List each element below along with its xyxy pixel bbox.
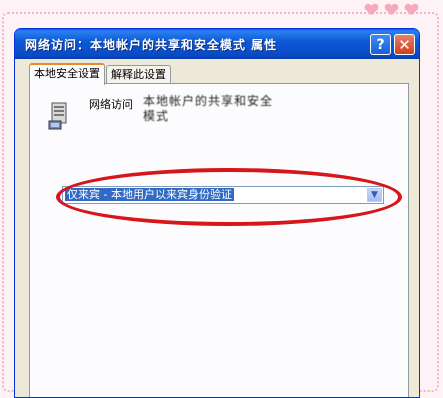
setting-description: 本地帐户的共享和安全模式	[143, 94, 274, 123]
network-policy-icon	[48, 102, 67, 130]
tab-panel: 网络访问 本地帐户的共享和安全模式 仅来宾 - 本地用户以来宾身份验证 ▼	[29, 83, 409, 397]
window-title: 网络访问：本地帐户的共享和安全模式 属性	[25, 37, 278, 52]
heart-icon	[405, 4, 417, 15]
heart-icon	[385, 4, 397, 15]
heart-icon	[365, 4, 377, 15]
close-button[interactable]: ✕	[394, 34, 415, 55]
red-highlight-annotation	[56, 168, 402, 226]
tab-explain-setting[interactable]: 解释此设置	[106, 65, 171, 84]
title-bar[interactable]: 网络访问：本地帐户的共享和安全模式 属性 ? ✕	[15, 29, 419, 59]
decorative-hearts	[365, 4, 417, 15]
help-button[interactable]: ?	[370, 34, 391, 55]
tab-strip: 本地安全设置 解释此设置	[29, 63, 172, 85]
setting-label: 网络访问	[89, 98, 133, 111]
properties-dialog: 网络访问：本地帐户的共享和安全模式 属性 ? ✕ 本地安全设置 解释此设置 网络…	[14, 28, 420, 398]
tab-local-security-setting[interactable]: 本地安全设置	[29, 63, 105, 85]
